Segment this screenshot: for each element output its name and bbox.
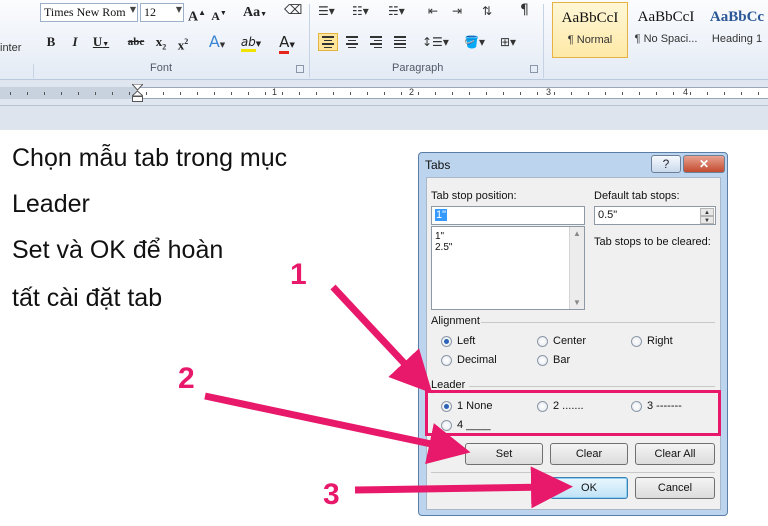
step-number-2: 2 [178,362,195,395]
step-number-3: 3 [323,478,340,511]
arrow-1 [330,284,433,394]
arrow-2 [204,392,471,465]
step-number-1: 1 [290,258,307,291]
annotation-arrows [204,284,573,509]
arrow-3 [354,466,573,509]
